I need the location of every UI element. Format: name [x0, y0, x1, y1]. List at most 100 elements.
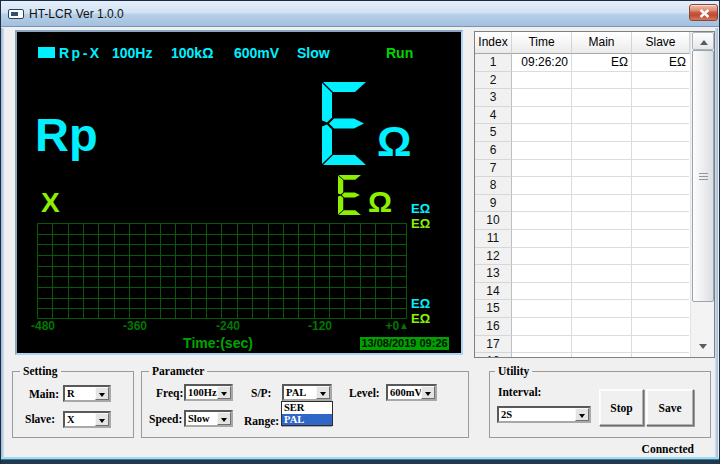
- scrollbar-down-button[interactable]: [692, 337, 714, 355]
- row-index-cell: 6: [475, 142, 512, 160]
- display-speed: Slow: [297, 45, 330, 61]
- row-time-cell: [512, 160, 572, 178]
- table-row[interactable]: 109:26:20EΩEΩ: [475, 54, 690, 72]
- table-row[interactable]: 8: [475, 177, 690, 195]
- app-icon: [8, 9, 24, 19]
- side-label-main-top: EΩ: [411, 202, 430, 215]
- row-slave-cell: [632, 248, 689, 266]
- side-label-slave-top: EΩ: [411, 217, 430, 230]
- slave-value-sevenseg-E: [338, 175, 361, 215]
- main-combobox[interactable]: R: [63, 385, 111, 402]
- main-combobox-value: R: [67, 388, 75, 399]
- row-main-cell: [572, 318, 632, 336]
- slave-label: Slave:: [25, 413, 55, 425]
- row-index-cell: 1: [475, 54, 512, 72]
- col-header-slave[interactable]: Slave: [632, 32, 690, 54]
- interval-combobox[interactable]: 2S: [497, 406, 591, 423]
- row-main-cell: [572, 195, 632, 213]
- row-main-cell: [572, 336, 632, 354]
- display-run-status: Run: [386, 45, 413, 61]
- main-parameter-label: Rp: [35, 111, 98, 158]
- scrollbar-thumb[interactable]: [692, 50, 714, 302]
- row-slave-cell: [632, 230, 689, 248]
- freq-combobox-value: 100Hz: [188, 387, 217, 398]
- row-slave-cell: [632, 124, 689, 142]
- row-main-cell: [572, 142, 632, 160]
- col-header-index[interactable]: Index: [475, 32, 512, 54]
- mode-indicator-square: [38, 47, 55, 58]
- table-row[interactable]: 2: [475, 72, 690, 90]
- table-row[interactable]: 14: [475, 283, 690, 301]
- level-combobox-arrow[interactable]: [421, 386, 435, 399]
- speed-combobox[interactable]: Slow: [184, 410, 233, 427]
- save-button[interactable]: Save: [646, 389, 694, 426]
- table-row[interactable]: 5: [475, 124, 690, 142]
- row-time-cell: [512, 124, 572, 142]
- table-row[interactable]: 18: [475, 353, 690, 358]
- table-row[interactable]: 15: [475, 300, 690, 318]
- row-slave-cell: [632, 142, 689, 160]
- window-border-left: [1, 28, 4, 464]
- freq-label: Freq:: [156, 387, 183, 399]
- dropdown-option-PAL[interactable]: PAL: [282, 414, 332, 426]
- table-row[interactable]: 12: [475, 248, 690, 266]
- freq-combobox[interactable]: 100Hz: [184, 384, 233, 401]
- interval-combobox-arrow[interactable]: [575, 408, 589, 421]
- row-slave-cell: [632, 160, 689, 178]
- row-slave-cell: [632, 177, 689, 195]
- table-row[interactable]: 16: [475, 318, 690, 336]
- row-time-cell: [512, 142, 572, 160]
- row-slave-cell: [632, 265, 689, 283]
- row-slave-cell: [632, 318, 689, 336]
- main-combobox-arrow[interactable]: [95, 387, 109, 400]
- table-row[interactable]: 13: [475, 265, 690, 283]
- table-body: 109:26:20EΩEΩ23456789101112131415161718: [475, 54, 690, 358]
- row-time-cell: 09:26:20: [512, 54, 572, 72]
- close-button[interactable]: [689, 4, 718, 21]
- axis-arrow-icon: ▲: [399, 320, 409, 331]
- x-tick-0: -480: [21, 320, 65, 332]
- x-tick-3: -120: [298, 320, 342, 332]
- level-combobox[interactable]: 600mV: [386, 384, 437, 401]
- dropdown-option-SER[interactable]: SER: [282, 402, 332, 414]
- sp-combobox-arrow[interactable]: [316, 386, 330, 399]
- display-freq: 100Hz: [112, 45, 152, 61]
- table-row[interactable]: 4: [475, 107, 690, 125]
- scrollbar-up-button[interactable]: [692, 32, 714, 50]
- sp-dropdown-list: SERPAL: [281, 401, 333, 426]
- row-index-cell: 11: [475, 230, 512, 248]
- table-row[interactable]: 3: [475, 89, 690, 107]
- row-index-cell: 4: [475, 107, 512, 125]
- row-main-cell: [572, 230, 632, 248]
- datetime-display: 13/08/2019 09:26: [360, 337, 449, 350]
- table-row[interactable]: 7: [475, 160, 690, 178]
- row-main-cell: [572, 177, 632, 195]
- col-header-main[interactable]: Main: [572, 32, 632, 54]
- row-index-cell: 3: [475, 89, 512, 107]
- x-tick-1: -360: [113, 320, 157, 332]
- slave-combobox-arrow[interactable]: [95, 413, 109, 426]
- sp-combobox[interactable]: PAL: [282, 384, 332, 401]
- row-time-cell: [512, 353, 572, 358]
- row-slave-cell: [632, 300, 689, 318]
- setting-group-label: Setting: [20, 365, 61, 378]
- table-row[interactable]: 11: [475, 230, 690, 248]
- row-main-cell: [572, 89, 632, 107]
- main-value-sevenseg-E: [322, 82, 366, 165]
- freq-combobox-arrow[interactable]: [217, 386, 231, 399]
- table-scrollbar[interactable]: [690, 32, 714, 357]
- table-row[interactable]: 10: [475, 212, 690, 230]
- interval-combobox-value: 2S: [501, 409, 512, 420]
- table-row[interactable]: 9: [475, 195, 690, 213]
- row-index-cell: 13: [475, 265, 512, 283]
- stop-button[interactable]: Stop: [599, 389, 644, 426]
- speed-combobox-arrow[interactable]: [217, 412, 231, 425]
- col-header-time[interactable]: Time: [512, 32, 572, 54]
- utility-group-label: Utility: [495, 365, 532, 378]
- slave-combobox[interactable]: X: [63, 411, 111, 428]
- table-row[interactable]: 17: [475, 336, 690, 354]
- table-row[interactable]: 6: [475, 142, 690, 160]
- level-combobox-value: 600mV: [390, 387, 422, 398]
- row-main-cell: [572, 72, 632, 90]
- sp-label: S/P:: [251, 387, 271, 399]
